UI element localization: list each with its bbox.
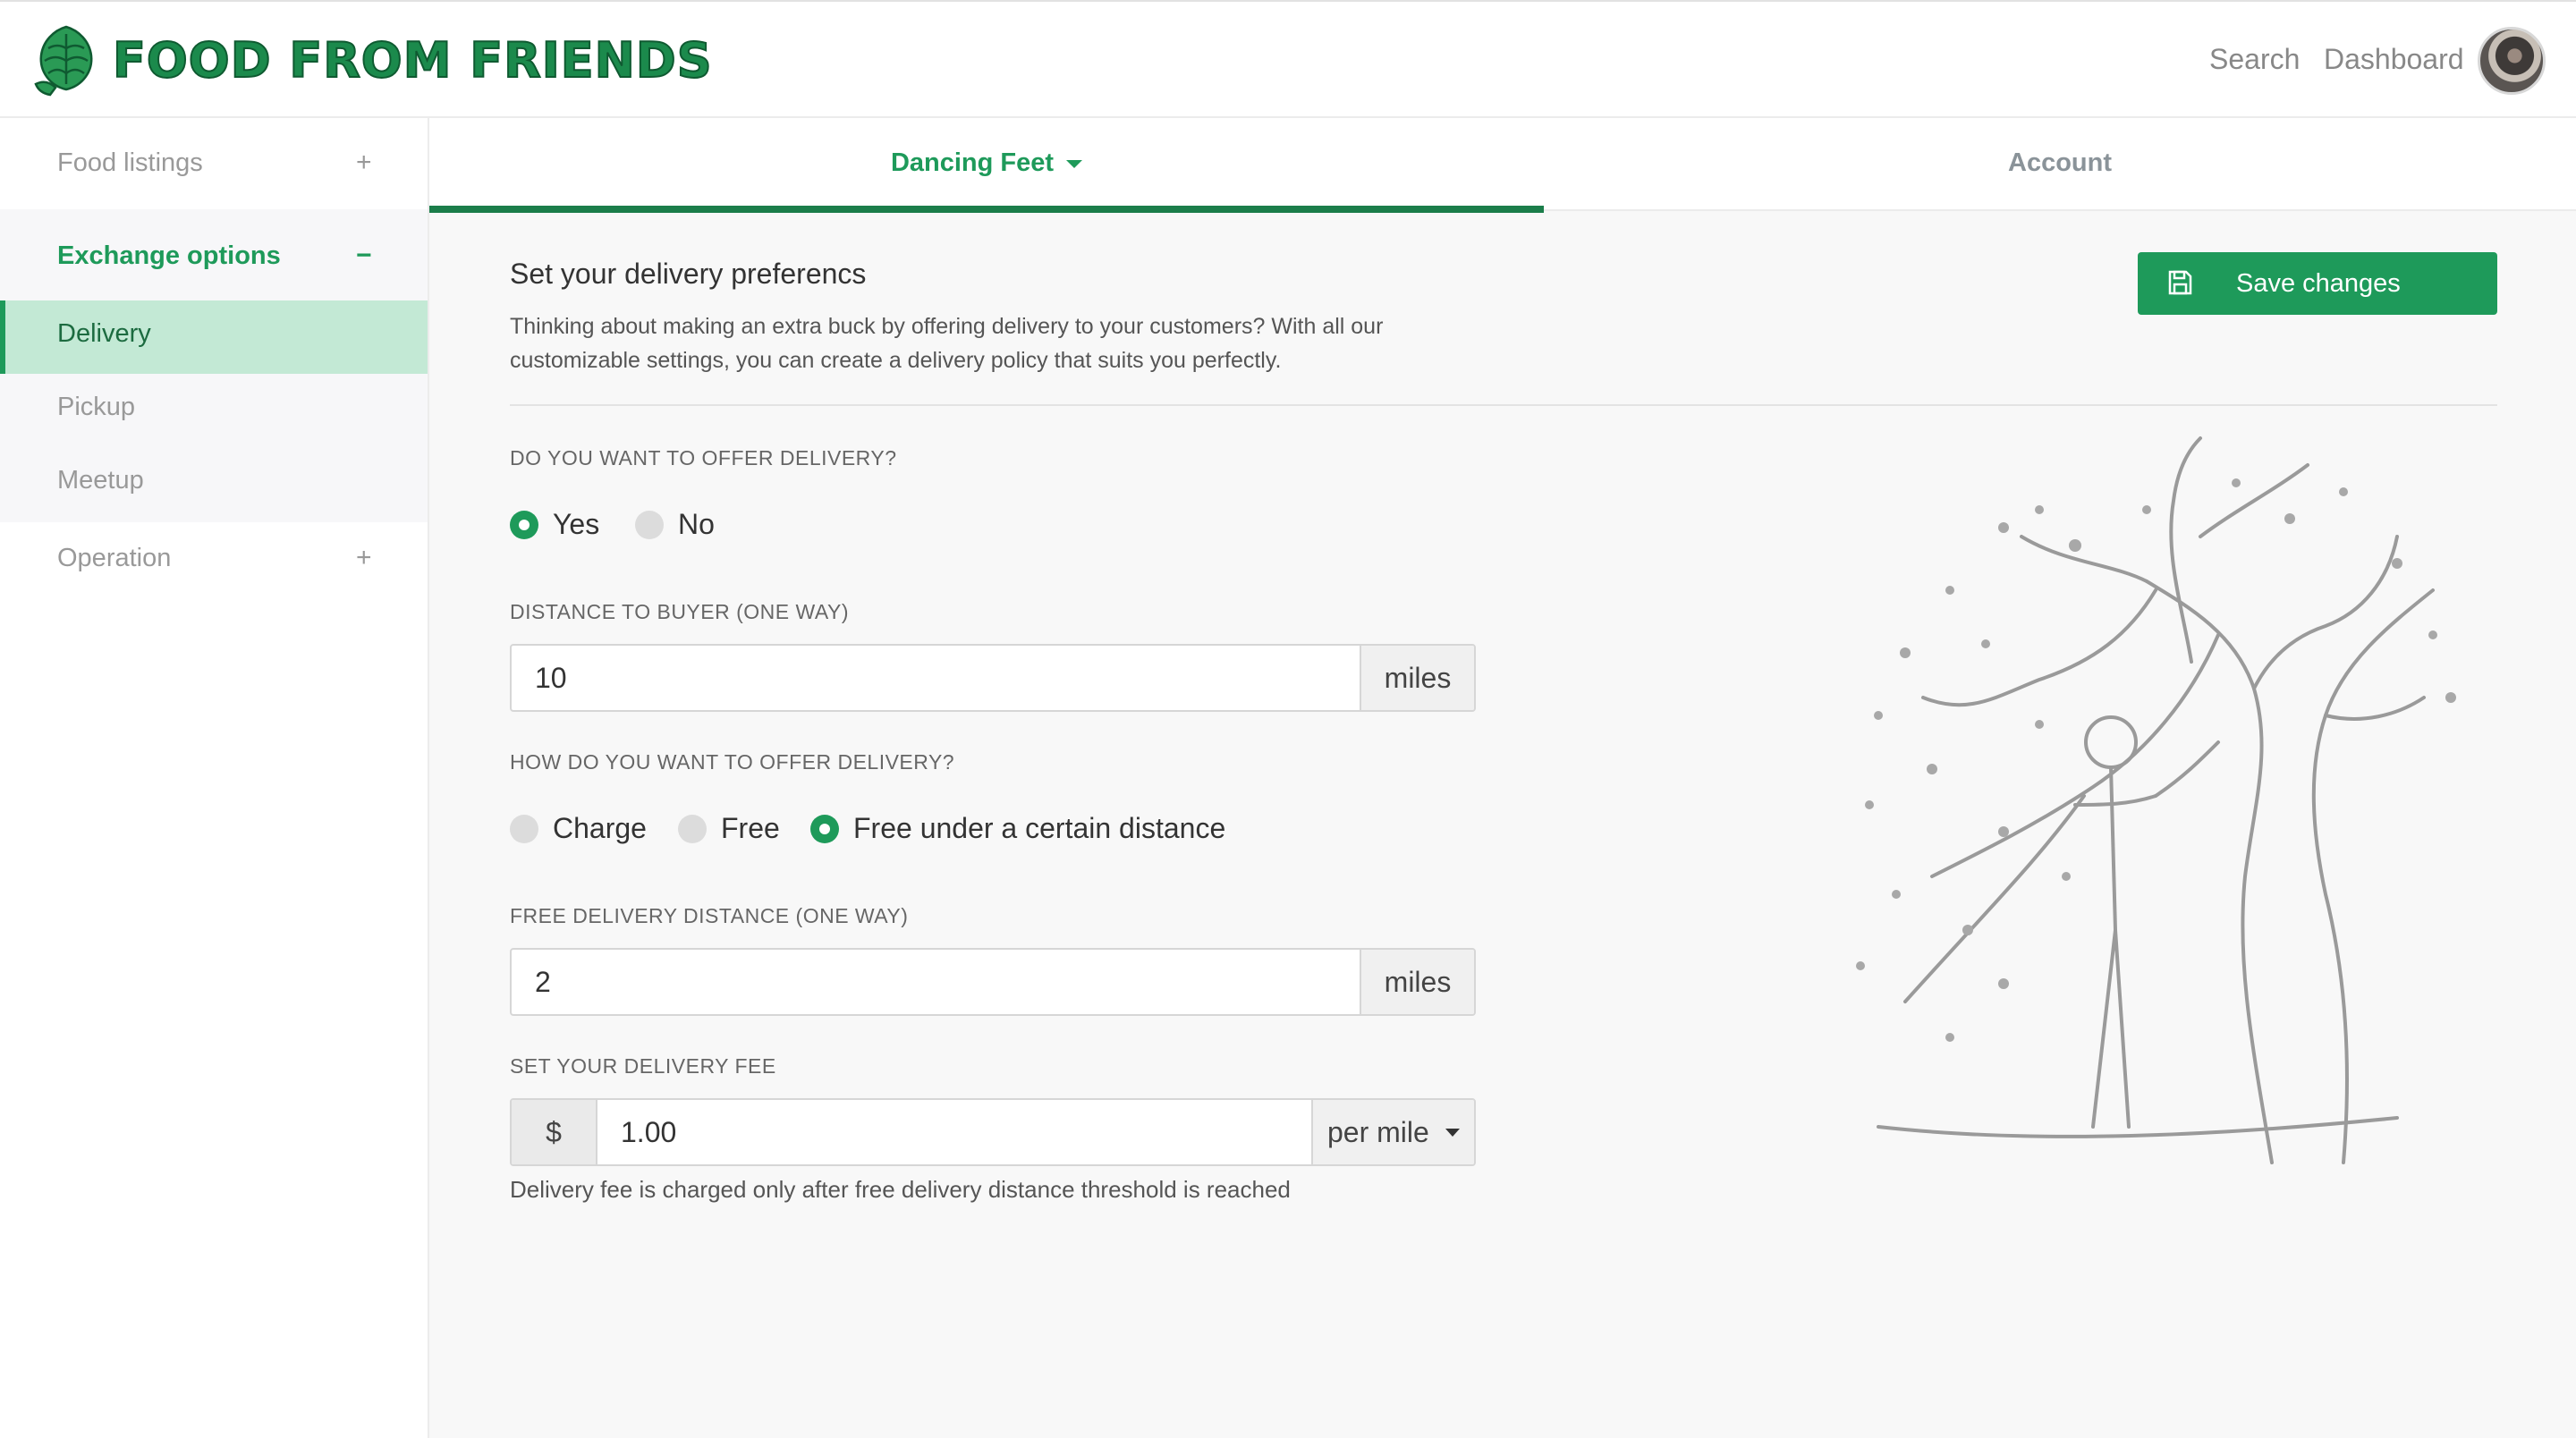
expand-icon[interactable]: +: [356, 145, 372, 181]
sidebar-item-operation[interactable]: Operation +: [0, 538, 428, 630]
tab-account[interactable]: Account: [1544, 118, 2576, 211]
radio-unselected-icon: [635, 511, 664, 539]
sidebar-item-label: Delivery: [57, 319, 151, 348]
nav-search-link[interactable]: Search: [2209, 39, 2300, 79]
save-changes-button[interactable]: Save changes: [2138, 252, 2497, 315]
artichoke-logo-icon[interactable]: [27, 21, 106, 98]
delivery-fee-input[interactable]: $ 1.00 per mile: [510, 1098, 1476, 1166]
fee-unit-label: per mile: [1327, 1116, 1429, 1148]
sidebar-item-food-listings[interactable]: Food listings +: [0, 118, 428, 209]
sidebar-item-pickup[interactable]: Pickup: [0, 374, 428, 447]
sidebar-item-exchange-options[interactable]: Exchange options −: [0, 209, 428, 300]
radio-selected-icon: [510, 511, 538, 539]
brand-name[interactable]: FOOD FROM FRIENDS: [112, 27, 713, 95]
offer-delivery-radio-group: Yes No: [510, 504, 778, 544]
radio-selected-icon: [810, 815, 839, 843]
radio-label: No: [678, 508, 715, 540]
delivery-mode-radio-group: Charge Free Free under a certain distanc…: [510, 808, 1315, 848]
radio-label: Yes: [553, 508, 600, 540]
sidebar-item-label: Operation: [57, 544, 172, 572]
tab-label: Dancing Feet: [890, 148, 1055, 177]
caret-down-icon: [1445, 1129, 1460, 1137]
exchange-options-submenu: Delivery Pickup Meetup: [0, 300, 428, 522]
sidebar-item-label: Food listings: [57, 148, 203, 177]
expand-icon[interactable]: +: [356, 540, 372, 576]
distance-unit: miles: [1360, 646, 1474, 710]
nav-dashboard-link[interactable]: Dashboard: [2324, 39, 2464, 79]
chevron-down-icon: [1066, 159, 1083, 168]
floppy-disk-icon: [2168, 270, 2192, 295]
page-title: Set your delivery preferencs: [510, 258, 867, 290]
tab-label: Account: [2008, 148, 2112, 177]
tab-bar: Dancing Feet Account: [429, 118, 2576, 213]
section-divider: [510, 404, 2497, 406]
top-header: FOOD FROM FRIENDS Search Dashboard: [0, 0, 2576, 118]
radio-unselected-icon: [678, 815, 707, 843]
radio-label: Charge: [553, 812, 647, 844]
sidebar-item-label: Pickup: [57, 393, 136, 421]
tree-sketch-illustration: [1856, 436, 2456, 1164]
fee-unit-select[interactable]: per mile: [1311, 1100, 1474, 1164]
sidebar: Food listings + Exchange options − Deliv…: [0, 118, 429, 1438]
free-distance-input[interactable]: 2 miles: [510, 948, 1476, 1016]
page-description: Thinking about making an extra buck by o…: [510, 314, 1384, 373]
offer-delivery-label: DO YOU WANT TO OFFER DELIVERY?: [510, 446, 897, 469]
distance-label: DISTANCE TO BUYER (ONE WAY): [510, 600, 849, 623]
sidebar-item-meetup[interactable]: Meetup: [0, 447, 428, 520]
sidebar-item-label: Meetup: [57, 466, 144, 495]
delivery-mode-label: HOW DO YOU WANT TO OFFER DELIVERY?: [510, 750, 955, 774]
delivery-fee-label: SET YOUR DELIVERY FEE: [510, 1054, 776, 1078]
distance-input[interactable]: 10 miles: [510, 644, 1476, 712]
radio-label: Free under a certain distance: [853, 812, 1226, 844]
sidebar-item-delivery[interactable]: Delivery: [0, 300, 428, 374]
free-distance-label: FREE DELIVERY DISTANCE (ONE WAY): [510, 904, 909, 927]
distance-value[interactable]: 10: [535, 646, 567, 710]
save-button-label: Save changes: [2236, 269, 2401, 298]
free-distance-unit: miles: [1360, 950, 1474, 1014]
collapse-icon[interactable]: −: [356, 238, 372, 274]
radio-unselected-icon: [510, 815, 538, 843]
user-avatar[interactable]: [2478, 27, 2546, 95]
delivery-fee-help-text: Delivery fee is charged only after free …: [510, 1176, 1291, 1203]
delivery-fee-value[interactable]: 1.00: [621, 1100, 676, 1164]
sidebar-item-label: Exchange options: [57, 241, 281, 270]
tab-store-selector[interactable]: Dancing Feet: [429, 118, 1544, 213]
free-distance-value[interactable]: 2: [535, 950, 551, 1014]
currency-prefix: $: [512, 1100, 597, 1164]
radio-label: Free: [721, 812, 780, 844]
